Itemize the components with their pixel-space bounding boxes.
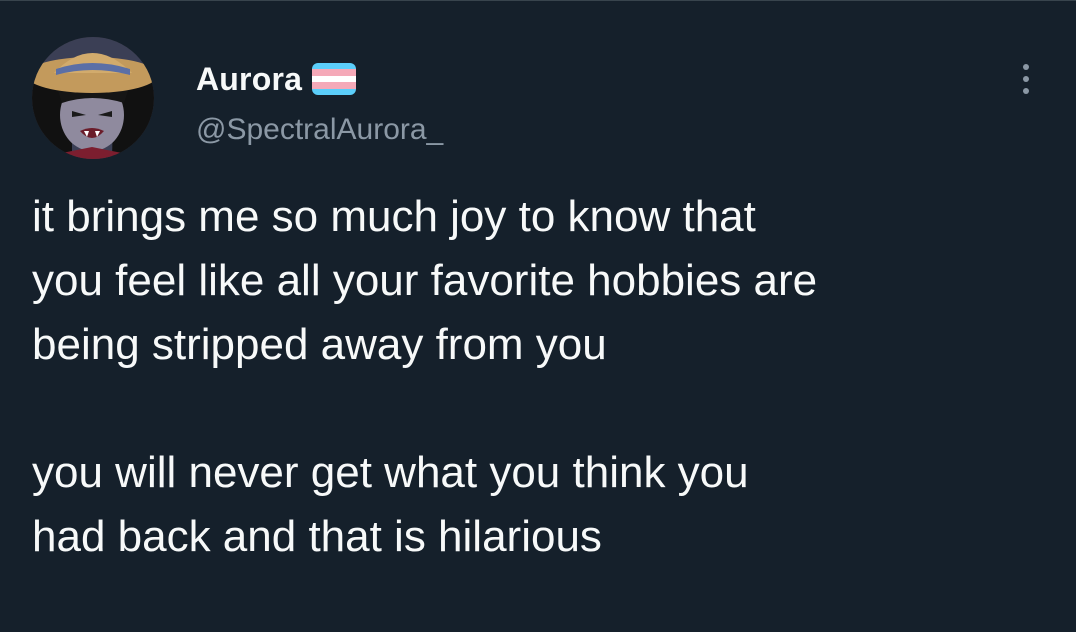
- avatar-image: [32, 37, 154, 159]
- transgender-flag-icon: [312, 63, 357, 95]
- tweet-line: it brings me so much joy to know that: [32, 192, 756, 241]
- more-options-button[interactable]: [1004, 57, 1048, 101]
- tweet-text: it brings me so much joy to know that yo…: [32, 185, 1062, 569]
- more-options-icon-dot: [1023, 88, 1029, 94]
- user-handle[interactable]: @SpectralAurora_: [196, 113, 443, 147]
- more-options-icon-dot: [1023, 76, 1029, 82]
- tweet-line: you feel like all your favorite hobbies …: [32, 256, 818, 305]
- tweet-card: Aurora @SpectralAurora_ it brings me so …: [0, 0, 1076, 632]
- tweet-line: being stripped away from you: [32, 320, 607, 369]
- avatar[interactable]: [32, 37, 154, 159]
- tweet-line: had back and that is hilarious: [32, 512, 602, 561]
- author-name-row: Aurora: [196, 57, 357, 101]
- display-name[interactable]: Aurora: [196, 61, 302, 98]
- more-options-icon: [1023, 64, 1029, 70]
- tweet-line: you will never get what you think you: [32, 448, 749, 497]
